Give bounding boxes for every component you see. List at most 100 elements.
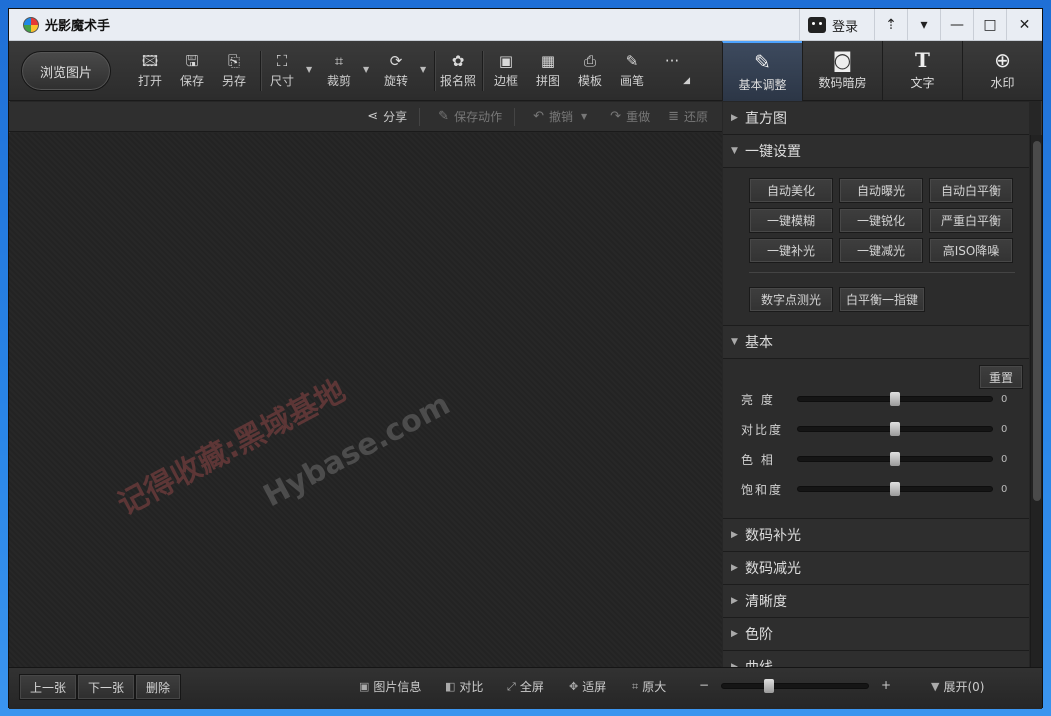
previous-image-button[interactable]: 上一张 xyxy=(19,674,78,700)
size-dropdown-icon[interactable]: ▼ xyxy=(306,65,312,74)
tab-watermark[interactable]: ⊕ 水印 xyxy=(962,41,1042,101)
image-canvas[interactable]: 记得收藏:黑域基地 Hybase.com xyxy=(9,133,722,667)
spot-metering-button[interactable]: 数字点测光 xyxy=(749,287,833,312)
section-clarity[interactable]: ▶ 清晰度 xyxy=(723,585,1029,618)
login-button[interactable]: 登录 xyxy=(798,9,874,41)
saturation-row: 饱和度 0 xyxy=(741,479,1021,499)
rotate-dropdown-icon[interactable]: ▼ xyxy=(420,65,426,74)
zoom-in-button[interactable]: + xyxy=(881,678,891,692)
tab-basic-adjust[interactable]: ✎ 基本调整 xyxy=(722,41,802,101)
auto-white-balance-button[interactable]: 自动白平衡 xyxy=(929,178,1013,203)
restore-button[interactable]: ≣ 还原 xyxy=(668,108,708,125)
one-click-blur-button[interactable]: 一键模糊 xyxy=(749,208,833,233)
tab-digital-darkroom[interactable]: ◙ 数码暗房 xyxy=(802,41,882,101)
undo-button[interactable]: ↶ 撤销 ▼ xyxy=(533,108,592,125)
collage-label: 拼图 xyxy=(535,74,560,88)
section-basic[interactable]: ▼ 基本 xyxy=(723,326,1029,359)
toolbar-divider xyxy=(260,51,261,91)
main-toolbar: 浏览图片 🖾 打开 🖫 保存 ⎘ 另存 ⛶ 尺寸 ▼ ⌗ 裁剪 ▼ ⟳ 旋转 ▼ xyxy=(9,41,1042,101)
open-label: 打开 xyxy=(137,74,162,88)
main-menu-button[interactable]: ▾ xyxy=(907,9,940,41)
border-button[interactable]: ▣ 边框 xyxy=(486,51,526,95)
brightness-slider[interactable] xyxy=(797,392,993,406)
section-levels-label: 色阶 xyxy=(745,627,773,643)
slider-thumb[interactable] xyxy=(890,392,900,406)
section-quick-settings[interactable]: ▼ 一键设置 xyxy=(723,135,1029,168)
saturation-slider[interactable] xyxy=(797,482,993,496)
undo-dropdown-icon[interactable]: ▼ xyxy=(581,112,587,121)
slider-thumb[interactable] xyxy=(890,482,900,496)
redo-label: 重做 xyxy=(626,110,651,124)
fit-screen-button[interactable]: ✥ 适屏 xyxy=(569,678,606,695)
save-button[interactable]: 🖫 保存 xyxy=(172,51,212,95)
save-as-button[interactable]: ⎘ 另存 xyxy=(214,51,254,95)
section-levels[interactable]: ▶ 色阶 xyxy=(723,618,1029,651)
crop-icon: ⌗ xyxy=(334,52,344,70)
reset-button[interactable]: 重置 xyxy=(979,365,1023,389)
zoom-slider[interactable] xyxy=(721,679,869,693)
save-action-button[interactable]: ✎ 保存动作 xyxy=(438,108,502,125)
compare-icon: ◧ xyxy=(445,680,456,693)
next-image-button[interactable]: 下一张 xyxy=(77,674,136,700)
white-balance-picker-button[interactable]: 白平衡一指键 xyxy=(839,287,925,312)
id-photo-button[interactable]: ✿ 报名照 xyxy=(438,51,478,95)
section-fill-light[interactable]: ▶ 数码补光 xyxy=(723,519,1029,552)
original-size-button[interactable]: ⌗ 原大 xyxy=(632,678,666,695)
template-button[interactable]: ⎙ 模板 xyxy=(570,51,610,95)
panel-scrollbar[interactable] xyxy=(1030,135,1042,667)
tab-text[interactable]: T 文字 xyxy=(882,41,962,101)
rotate-button[interactable]: ⟳ 旋转 xyxy=(376,51,416,95)
maximize-button[interactable]: □ xyxy=(973,9,1006,41)
saturation-value: 0 xyxy=(1001,483,1008,495)
hue-slider[interactable] xyxy=(797,452,993,466)
hue-value: 0 xyxy=(1001,453,1008,465)
collage-button[interactable]: ▦ 拼图 xyxy=(528,51,568,95)
expand-filmstrip-button[interactable]: ▼ 展开(0) xyxy=(931,678,984,695)
section-reduce-light-label: 数码减光 xyxy=(745,561,801,577)
brush-button[interactable]: ✎ 画笔 xyxy=(612,51,652,95)
auto-exposure-button[interactable]: 自动曝光 xyxy=(839,178,923,203)
compare-label: 对比 xyxy=(459,680,484,694)
restore-label: 还原 xyxy=(683,110,708,124)
auto-enhance-button[interactable]: 自动美化 xyxy=(749,178,833,203)
more-tools-button[interactable]: ··· ◢ xyxy=(652,51,692,95)
open-button[interactable]: 🖾 打开 xyxy=(130,51,170,95)
one-click-sharpen-button[interactable]: 一键锐化 xyxy=(839,208,923,233)
collapsed-arrow-icon: ▶ xyxy=(731,113,738,123)
zoom-slider-thumb[interactable] xyxy=(764,679,774,693)
section-histogram-label: 直方图 xyxy=(745,111,787,127)
template-icon: ⎙ xyxy=(583,52,596,70)
section-quick-settings-label: 一键设置 xyxy=(745,144,801,160)
section-curves[interactable]: ▶ 曲线 xyxy=(723,651,1029,667)
collapsed-arrow-icon: ▶ xyxy=(731,596,738,606)
contrast-label: 对比度 xyxy=(741,422,784,437)
brightness-row: 亮 度 0 xyxy=(741,389,1021,409)
reduce-light-button[interactable]: 一键减光 xyxy=(839,238,923,263)
zoom-out-button[interactable]: − xyxy=(699,678,709,692)
slider-thumb[interactable] xyxy=(890,452,900,466)
severe-white-balance-button[interactable]: 严重白平衡 xyxy=(929,208,1013,233)
size-label: 尺寸 xyxy=(269,74,294,88)
section-reduce-light[interactable]: ▶ 数码减光 xyxy=(723,552,1029,585)
skin-button[interactable]: ⇡ xyxy=(874,9,907,41)
crop-dropdown-icon[interactable]: ▼ xyxy=(363,65,369,74)
fullscreen-button[interactable]: ⤢ 全屏 xyxy=(507,678,544,695)
fill-light-button[interactable]: 一键补光 xyxy=(749,238,833,263)
crop-button[interactable]: ⌗ 裁剪 xyxy=(319,51,359,95)
section-histogram[interactable]: ▶ 直方图 xyxy=(723,102,1029,135)
share-button[interactable]: ⋖ 分享 xyxy=(367,108,407,125)
delete-button[interactable]: 删除 xyxy=(135,674,182,700)
browse-images-button[interactable]: 浏览图片 xyxy=(21,51,111,91)
close-button[interactable]: ✕ xyxy=(1006,9,1042,41)
undo-icon: ↶ xyxy=(533,109,544,124)
high-iso-denoise-button[interactable]: 高ISO降噪 xyxy=(929,238,1013,263)
slider-thumb[interactable] xyxy=(890,422,900,436)
image-info-button[interactable]: ▣ 图片信息 xyxy=(359,678,421,695)
minimize-button[interactable]: — xyxy=(940,9,973,41)
scrollbar-thumb[interactable] xyxy=(1033,141,1041,501)
contrast-slider[interactable] xyxy=(797,422,993,436)
redo-button[interactable]: ↷ 重做 xyxy=(610,108,650,125)
size-button[interactable]: ⛶ 尺寸 xyxy=(262,51,302,95)
compare-button[interactable]: ◧ 对比 xyxy=(445,678,483,695)
section-basic-label: 基本 xyxy=(745,335,773,351)
